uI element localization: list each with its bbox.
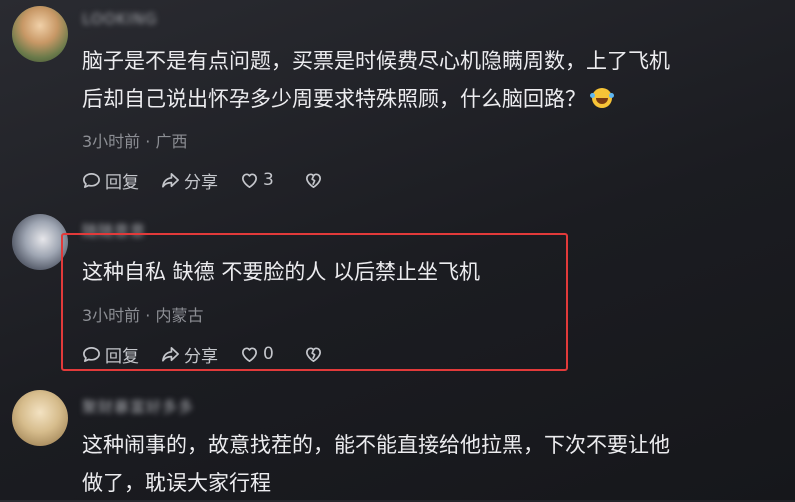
share-label: 分享 <box>184 172 218 193</box>
heart-icon <box>241 172 258 188</box>
avatar[interactable] <box>12 390 68 446</box>
meta-separator: · <box>140 132 156 151</box>
comment-time: 3小时前 <box>82 132 141 151</box>
comment-location: 广西 <box>155 132 188 151</box>
comment-text-line: 脑子是不是有点问题，买票是时候费尽心机隐瞒周数，上了飞机 <box>82 49 670 73</box>
comment-meta: 3小时前 · 广西 <box>82 128 187 152</box>
reply-label: 回复 <box>105 172 139 193</box>
reply-button[interactable]: 回复 <box>82 168 139 193</box>
comment-text: 脑子是不是有点问题，买票是时候费尽心机隐瞒周数，上了飞机 后却自己说出怀孕多少周… <box>82 42 782 118</box>
avatar[interactable] <box>12 214 68 270</box>
avatar[interactable] <box>12 6 68 62</box>
like-count: 3 <box>263 170 274 190</box>
comment-text-line: 这种闹事的，故意找茬的，能不能直接给他拉黑，下次不要让他 <box>82 433 670 457</box>
comment-text: 这种闹事的，故意找茬的，能不能直接给他拉黑，下次不要让他 做了，耽误大家行程 <box>82 426 782 502</box>
highlight-box <box>61 233 568 371</box>
comment-bubble-icon <box>83 172 100 188</box>
username[interactable]: 聚财暴富好多多 <box>82 396 194 417</box>
comment-text-line: 后却自己说出怀孕多少周要求特殊照顾，什么脑回路？ <box>82 87 586 111</box>
comment-text-line-with-emoji: 后却自己说出怀孕多少周要求特殊照顾，什么脑回路？ <box>82 80 782 118</box>
username[interactable]: LOOKING <box>82 10 158 28</box>
broken-heart-icon <box>305 172 321 188</box>
comment-text-line: 做了，耽误大家行程 <box>82 471 271 495</box>
rolling-laughing-emoji-icon <box>590 88 612 108</box>
comment-actions: 回复 分享 3 <box>82 168 327 193</box>
share-button[interactable]: 分享 <box>161 168 218 193</box>
share-arrow-icon <box>162 172 179 188</box>
like-button[interactable]: 3 <box>240 170 274 190</box>
dislike-button[interactable] <box>304 171 327 190</box>
